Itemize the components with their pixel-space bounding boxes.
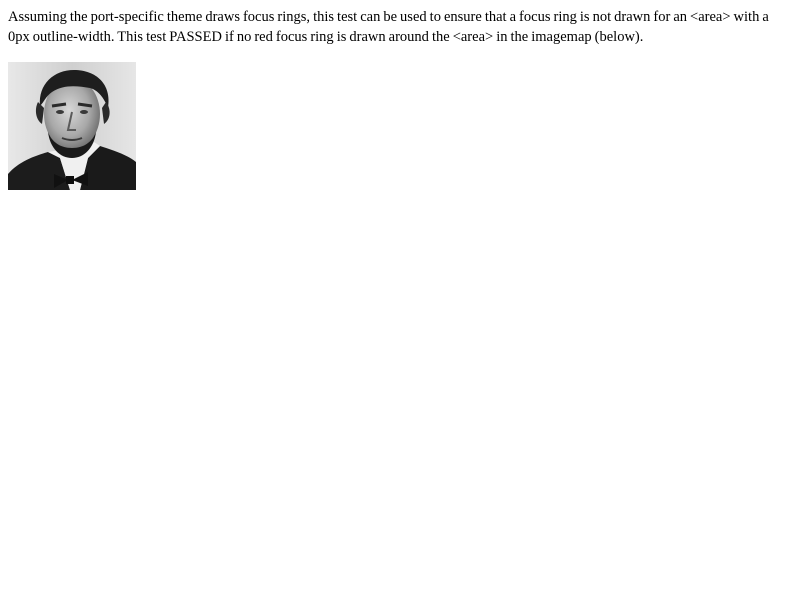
page-content: Assuming the port-specific theme draws f… [8, 7, 792, 47]
imagemap [8, 62, 136, 190]
portrait-image [8, 62, 136, 190]
imagemap-area-link[interactable] [8, 62, 136, 190]
test-description: Assuming the port-specific theme draws f… [8, 9, 769, 45]
